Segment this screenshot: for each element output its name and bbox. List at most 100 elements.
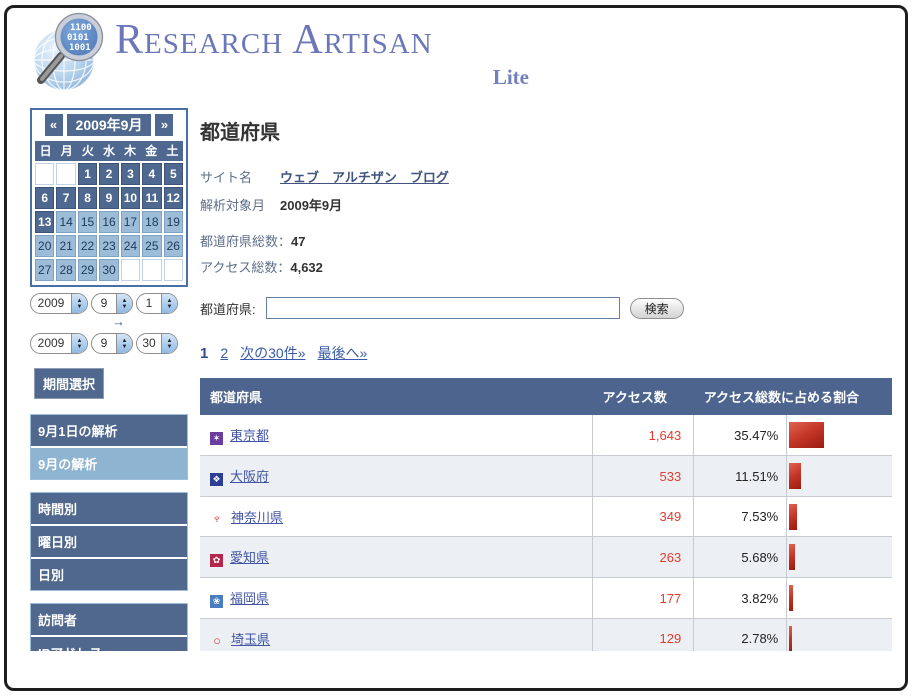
period-from-row: 2009 ▲▼ 9 ▲▼ 1 ▲▼ [30, 293, 188, 314]
main-content: 都道府県 サイト名 ウェブ アルチザン ブログ 解析対象月 2009年9月 都道… [200, 106, 892, 651]
access-count: 1,643 [593, 415, 694, 456]
sidebar: « 2009年9月 » 日月火水木金土 12345678910111213141… [30, 108, 188, 651]
table-row: ✶東京都1,64335.47% [200, 415, 892, 456]
calendar-day-empty [121, 259, 140, 281]
ratio-bar [789, 463, 801, 489]
from-day-select[interactable]: 1 ▲▼ [136, 293, 178, 314]
calendar-day-22: 22 [78, 235, 97, 257]
calendar-day-empty [142, 259, 161, 281]
ratio-bar [789, 544, 795, 570]
calendar-day-2[interactable]: 2 [99, 163, 118, 185]
calendar-day-18: 18 [142, 211, 161, 233]
sidebar-item-1-0[interactable]: 時間別 [31, 493, 187, 526]
calendar-day-1[interactable]: 1 [78, 163, 97, 185]
app-logo-title: Research Artisan [115, 10, 539, 71]
prefecture-link[interactable]: 愛知県 [230, 550, 269, 565]
calendar-day-25: 25 [142, 235, 161, 257]
ratio-bar [789, 422, 824, 448]
saitama-emblem-icon: ○ [210, 634, 224, 647]
calendar-day-13[interactable]: 13 [35, 211, 54, 233]
table-row: ❖大阪府53311.51% [200, 456, 892, 497]
calendar-month-title: 2009年9月 [67, 114, 152, 136]
calendar-day-29: 29 [78, 259, 97, 281]
from-year-select[interactable]: 2009 ▲▼ [30, 293, 88, 314]
sidebar-item-1-1[interactable]: 曜日別 [31, 526, 187, 559]
table-row: ✿愛知県2635.68% [200, 537, 892, 578]
prefecture-table: 都道府県 アクセス数 アクセス総数に占める割合 ✶東京都1,64335.47%❖… [200, 378, 892, 651]
calendar-next-month-button[interactable]: » [155, 114, 173, 136]
sidebar-menu-group: 時間別曜日別日別 [30, 492, 188, 591]
calendar-day-20: 20 [35, 235, 54, 257]
weekday-label: 木 [120, 141, 141, 161]
calendar-day-17: 17 [121, 211, 140, 233]
header-prefecture: 都道府県 [200, 378, 593, 415]
calendar-day-14: 14 [56, 211, 75, 233]
header-access-count: アクセス数 [593, 378, 694, 415]
calendar-day-6[interactable]: 6 [35, 187, 54, 209]
calendar-day-10[interactable]: 10 [121, 187, 140, 209]
pagination-link[interactable]: 次の30件» [240, 345, 305, 361]
weekday-label: 火 [77, 141, 98, 161]
browser-viewport: 1100 0101 1001 Research Artisan Lite « 2… [7, 8, 905, 651]
pagination: 12次の30件»最後へ» [200, 343, 892, 363]
access-count: 129 [593, 619, 694, 652]
sidebar-menu-group: 9月1日の解析9月の解析 [30, 414, 188, 480]
ratio-bar [789, 504, 797, 530]
search-field-label: 都道府県: [200, 299, 256, 318]
access-ratio: 5.68% [694, 537, 787, 578]
table-row: ○埼玉県1292.78% [200, 619, 892, 652]
calendar-day-8[interactable]: 8 [78, 187, 97, 209]
calendar-day-7[interactable]: 7 [56, 187, 75, 209]
calendar-day-3[interactable]: 3 [121, 163, 140, 185]
to-day-select[interactable]: 30 ▲▼ [136, 333, 178, 354]
prefecture-search-input[interactable] [266, 297, 620, 319]
access-count: 349 [593, 497, 694, 537]
sidebar-item-2-1[interactable]: IPアドレス [31, 637, 187, 651]
prefecture-link[interactable]: 東京都 [230, 428, 269, 443]
pagination-link[interactable]: 2 [220, 345, 228, 361]
to-month-select[interactable]: 9 ▲▼ [91, 333, 133, 354]
pagination-link[interactable]: 最後へ» [318, 345, 368, 361]
calendar-day-24: 24 [121, 235, 140, 257]
site-name-link[interactable]: ウェブ アルチザン ブログ [280, 167, 449, 186]
stepper-icon: ▲▼ [161, 334, 177, 353]
calendar-day-23: 23 [99, 235, 118, 257]
prefecture-search-form: 都道府県: 検索 [200, 297, 892, 319]
weekday-label: 金 [141, 141, 162, 161]
access-ratio: 35.47% [694, 415, 787, 456]
sidebar-item-1-2[interactable]: 日別 [31, 559, 187, 590]
weekday-label: 水 [98, 141, 119, 161]
calendar-day-28: 28 [56, 259, 75, 281]
weekday-label: 土 [162, 141, 183, 161]
from-month-select[interactable]: 9 ▲▼ [91, 293, 133, 314]
prefecture-link[interactable]: 神奈川県 [231, 510, 283, 525]
sidebar-item-2-0[interactable]: 訪問者 [31, 604, 187, 637]
calendar-day-11[interactable]: 11 [142, 187, 161, 209]
sidebar-item-0-1[interactable]: 9月の解析 [31, 448, 187, 479]
prefecture-link[interactable]: 福岡県 [230, 591, 269, 606]
calendar-day-9[interactable]: 9 [99, 187, 118, 209]
access-total-label: アクセス総数： [200, 260, 290, 275]
to-year-select[interactable]: 2009 ▲▼ [30, 333, 88, 354]
period-select-button[interactable]: 期間選択 [34, 368, 104, 399]
search-button[interactable]: 検索 [630, 298, 684, 319]
calendar-day-4[interactable]: 4 [142, 163, 161, 185]
calendar-day-30: 30 [99, 259, 118, 281]
calendar-day-5[interactable]: 5 [164, 163, 183, 185]
calendar-prev-month-button[interactable]: « [45, 114, 63, 136]
calendar-day-grid: 1234567891011121314151617181920212223242… [35, 163, 183, 281]
calendar-day-26: 26 [164, 235, 183, 257]
access-total-value: 4,632 [290, 260, 323, 275]
calendar-day-12[interactable]: 12 [164, 187, 183, 209]
access-total-row: アクセス総数：4,632 [200, 257, 892, 276]
prefecture-total-label: 都道府県総数： [200, 234, 291, 249]
research-artisan-globe-icon: 1100 0101 1001 [27, 10, 111, 98]
app-window: 1100 0101 1001 Research Artisan Lite « 2… [4, 5, 908, 691]
sidebar-item-0-0[interactable]: 9月1日の解析 [31, 415, 187, 448]
prefecture-link[interactable]: 大阪府 [230, 469, 269, 484]
fukuoka-emblem-icon: ❀ [210, 595, 223, 608]
ratio-bar [789, 626, 792, 652]
calendar-day-empty [164, 259, 183, 281]
site-name-row: サイト名 ウェブ アルチザン ブログ [200, 167, 892, 186]
prefecture-link[interactable]: 埼玉県 [231, 632, 270, 647]
